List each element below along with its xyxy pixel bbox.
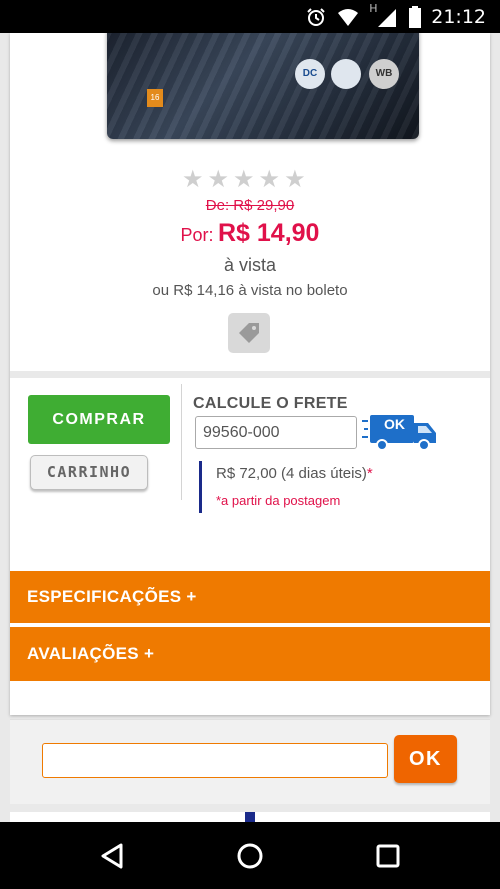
signal-icon: H <box>369 2 399 28</box>
shipping-result-text: R$ 72,00 (4 dias úteis)* <box>216 465 373 482</box>
star-icon: ★ <box>182 165 204 193</box>
battery-icon <box>409 6 422 28</box>
star-icon: ★ <box>233 165 255 193</box>
price-value: R$ 14,90 <box>218 219 320 247</box>
age-rating-badge: 16 <box>147 89 163 107</box>
star-icon: ★ <box>284 165 306 193</box>
home-icon <box>237 843 263 869</box>
section-divider <box>10 371 490 378</box>
boleto-note: ou R$ 14,16 à vista no boleto <box>152 282 348 299</box>
status-bar: H 21:12 <box>0 0 500 33</box>
back-icon <box>101 843 123 869</box>
specifications-accordion[interactable]: ESPECIFICAÇÕES + <box>10 571 490 623</box>
shipping-footnote: *a partir da postagem <box>216 493 341 508</box>
old-price: De: R$ 29,90 <box>205 197 295 214</box>
recents-icon <box>376 844 400 868</box>
section-divider-bar <box>245 812 255 822</box>
price-prefix: Por: <box>180 225 214 245</box>
cep-input[interactable] <box>195 416 357 449</box>
search-ok-button[interactable]: OK <box>394 735 457 783</box>
reviews-accordion[interactable]: AVALIAÇÕES + <box>10 627 490 681</box>
buy-button[interactable]: COMPRAR <box>28 395 170 444</box>
calculate-shipping-button[interactable]: OK <box>362 411 440 451</box>
star-icon: ★ <box>258 165 281 193</box>
add-to-cart-button[interactable]: CARRINHO <box>30 455 148 490</box>
back-button[interactable] <box>95 839 129 873</box>
studio-logo <box>331 59 361 89</box>
cover-artwork <box>107 33 419 139</box>
next-section-preview <box>10 812 490 822</box>
home-button[interactable] <box>233 839 267 873</box>
dc-logo: DC <box>295 59 325 89</box>
coupon-tag-button[interactable] <box>228 313 270 353</box>
page-content: 16 DC WB ★ ★ ★ ★ ★ De: R$ 29,90 Por: R$ … <box>0 33 500 822</box>
navigation-bar <box>0 822 500 889</box>
search-input[interactable] <box>42 743 388 778</box>
search-panel: OK <box>10 719 490 804</box>
current-price: Por: R$ 14,90 <box>10 219 490 248</box>
alarm-icon <box>305 6 327 28</box>
product-image[interactable]: 16 DC WB <box>107 33 419 139</box>
recents-button[interactable] <box>371 839 405 873</box>
payment-note: à vista <box>223 255 277 275</box>
shipping-result: R$ 72,00 (4 dias úteis)* *a partir da po… <box>199 461 419 513</box>
column-divider <box>181 384 182 500</box>
tag-icon <box>239 323 259 343</box>
shipping-price: R$ 72,00 (4 dias úteis) <box>216 465 367 482</box>
wifi-icon <box>337 6 359 28</box>
star-icon: ★ <box>207 165 230 193</box>
shipping-title: CALCULE O FRETE <box>193 395 348 412</box>
status-time: 21:12 <box>431 6 486 28</box>
rating-stars[interactable]: ★ ★ ★ ★ ★ <box>182 166 322 192</box>
product-card: 16 DC WB ★ ★ ★ ★ ★ De: R$ 29,90 Por: R$ … <box>10 33 490 715</box>
shipping-ok-label: OK <box>384 416 405 432</box>
wb-logo: WB <box>369 59 399 89</box>
shipping-asterisk: * <box>366 465 373 482</box>
